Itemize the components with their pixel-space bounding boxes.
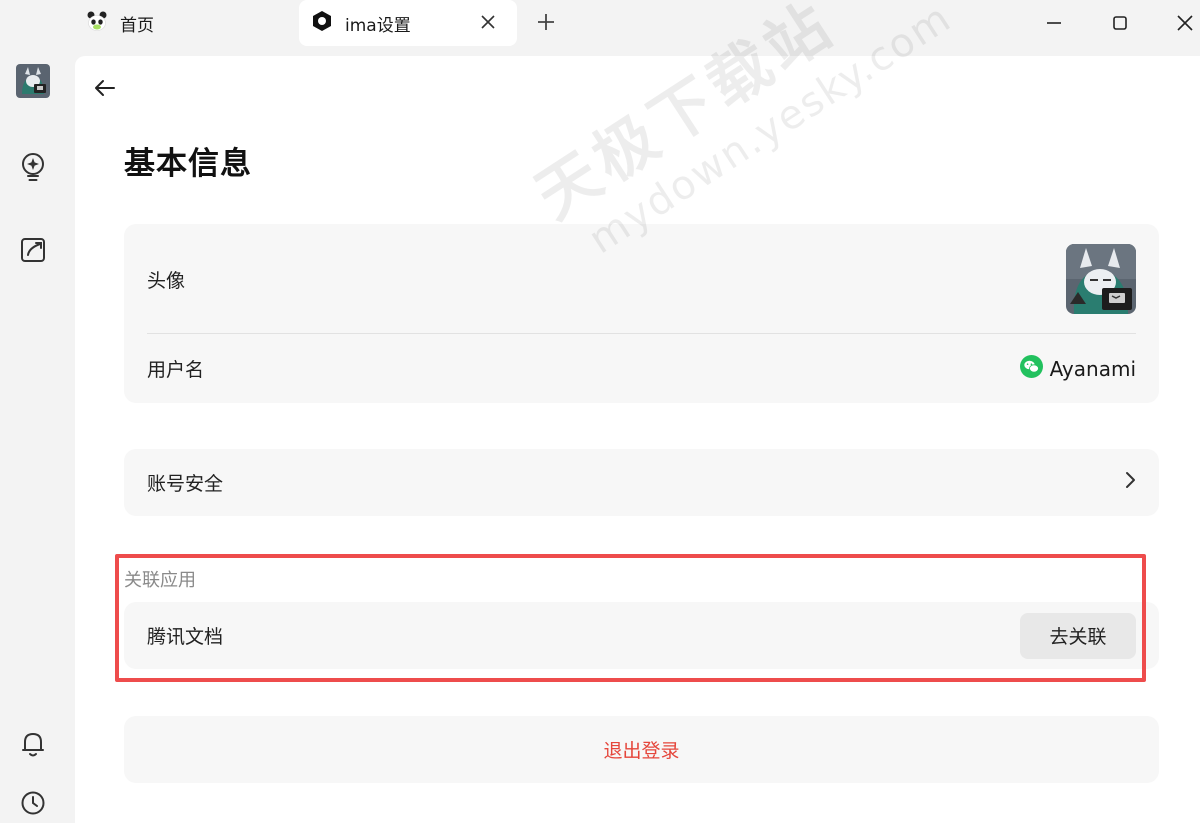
minimize-button[interactable] [1039, 8, 1069, 38]
link-app-button[interactable]: 去关联 [1020, 612, 1136, 659]
profile-avatar[interactable] [1066, 244, 1136, 314]
maximize-button[interactable] [1105, 8, 1135, 38]
clock-icon[interactable] [16, 786, 50, 820]
tab-label: ima设置 [345, 15, 411, 36]
panda-icon [86, 10, 108, 37]
linked-apps-section-label: 关联应用 [124, 570, 196, 591]
tab-close-icon[interactable] [477, 11, 499, 33]
username-label: 用户名 [147, 359, 205, 381]
ima-logo-icon [311, 10, 333, 37]
chevron-right-icon [1124, 471, 1136, 494]
bell-icon[interactable] [16, 727, 50, 761]
username-value: Ayanami [1019, 354, 1136, 383]
title-bar: 首页 ima设置 [0, 0, 1200, 56]
edit-note-icon[interactable] [16, 233, 50, 267]
profile-card: 头像 用户名 Ayanami [124, 224, 1159, 403]
account-security-row[interactable]: 账号安全 [124, 449, 1159, 516]
account-security-card[interactable]: 账号安全 [124, 449, 1159, 516]
back-arrow-icon[interactable] [91, 74, 119, 102]
page-title: 基本信息 [124, 146, 252, 182]
linked-app-name: 腾讯文档 [147, 626, 224, 648]
settings-main-panel: 基本信息 头像 用户名 Ayanami 账号安全 关联应用 腾讯文档 去关联 退… [75, 56, 1200, 823]
tab-label: 首页 [120, 15, 154, 36]
close-window-button[interactable] [1170, 8, 1200, 38]
linked-app-row: 腾讯文档 去关联 [124, 602, 1159, 669]
left-sidebar [0, 56, 75, 823]
logout-button[interactable]: 退出登录 [124, 716, 1159, 783]
lightbulb-sparkle-icon[interactable] [16, 150, 50, 184]
tab-ima-settings[interactable]: ima设置 [299, 0, 517, 46]
username-text: Ayanami [1049, 356, 1136, 381]
tab-home[interactable]: 首页 [86, 0, 286, 46]
avatar-row[interactable]: 头像 [124, 224, 1159, 334]
username-row: 用户名 Ayanami [124, 334, 1159, 403]
new-tab-plus-icon[interactable] [533, 9, 559, 35]
wechat-icon [1019, 354, 1043, 383]
linked-app-card: 腾讯文档 去关联 [124, 602, 1159, 669]
user-avatar[interactable] [16, 64, 50, 98]
avatar-label: 头像 [147, 269, 186, 292]
account-security-label: 账号安全 [147, 473, 224, 495]
